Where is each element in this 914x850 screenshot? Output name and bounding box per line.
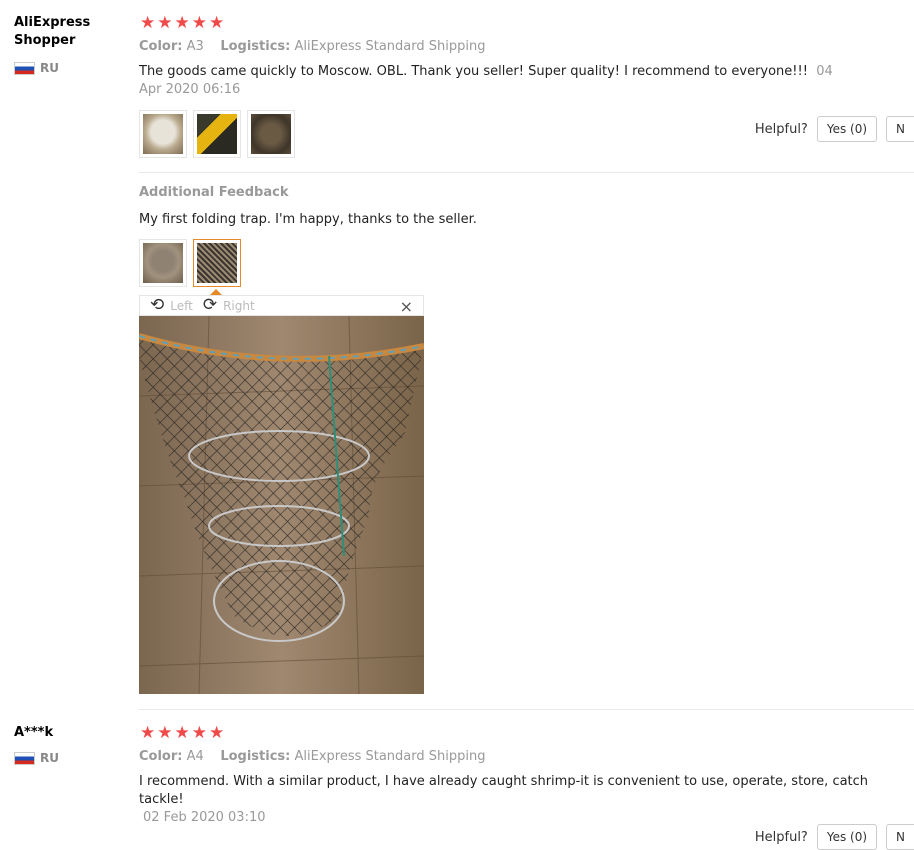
photo-thumbnail[interactable] — [193, 110, 241, 158]
color-value: A3 — [186, 39, 204, 54]
logistics-label: Logistics: — [220, 39, 291, 54]
photo-thumbnail[interactable] — [247, 110, 295, 158]
additional-photos — [139, 239, 241, 287]
country-code: RU — [40, 751, 59, 765]
reviewer-name: AliExpress Shopper — [14, 15, 91, 48]
close-viewer-button[interactable]: × — [400, 297, 413, 316]
star-rating: ★ ★ ★ ★ ★ — [140, 725, 224, 742]
star-icon: ★ — [174, 13, 190, 33]
logistics-value: AliExpress Standard Shipping — [294, 749, 486, 764]
order-attributes: Color: A3 Logistics: AliExpress Standard… — [139, 39, 485, 54]
star-rating: ★ ★ ★ ★ ★ — [140, 15, 224, 32]
color-value: A4 — [186, 749, 204, 764]
rotate-left-icon: ⟲ — [150, 295, 165, 315]
additional-feedback-text: My first folding trap. I'm happy, thanks… — [139, 212, 477, 227]
helpful-vote: Helpful? Yes (0) N — [755, 824, 914, 850]
reviewer-name: A***k — [14, 725, 54, 740]
helpful-label: Helpful? — [754, 829, 808, 845]
review-body: The goods came quickly to Moscow. OBL. T… — [139, 64, 808, 79]
reviewer-country: RU — [14, 61, 59, 75]
star-icon: ★ — [209, 13, 225, 33]
review-text: The goods came quickly to Moscow. OBL. T… — [139, 63, 859, 99]
additional-feedback-title: Additional Feedback — [139, 185, 289, 200]
photo-thumbnail[interactable] — [139, 110, 187, 158]
helpful-yes-button[interactable]: Yes (0) — [816, 116, 878, 142]
helpful-label: Helpful? — [754, 121, 808, 137]
rotate-right-label: Right — [223, 298, 255, 313]
rotate-right-button[interactable]: ⟳ Right — [203, 297, 255, 314]
review-body: I recommend. With a similar product, I h… — [139, 774, 869, 807]
star-icon: ★ — [191, 13, 207, 33]
helpful-yes-button[interactable]: Yes (0) — [816, 824, 878, 850]
reviewer-country: RU — [14, 751, 59, 765]
review-photos — [139, 110, 295, 158]
photo-viewer-toolbar: ⟲ Left ⟳ Right × — [139, 295, 424, 316]
logistics-label: Logistics: — [220, 749, 291, 764]
order-attributes: Color: A4 Logistics: AliExpress Standard… — [139, 749, 485, 764]
star-icon: ★ — [174, 723, 190, 743]
color-label: Color: — [139, 39, 183, 54]
review-text: I recommend. With a similar product, I h… — [139, 773, 899, 827]
star-icon: ★ — [209, 723, 225, 743]
star-icon: ★ — [140, 13, 156, 33]
fishing-trap-photo — [139, 316, 424, 694]
helpful-vote: Helpful? Yes (0) N — [755, 116, 914, 142]
russia-flag-icon — [14, 751, 35, 765]
color-label: Color: — [139, 749, 183, 764]
helpful-no-button[interactable]: N — [886, 824, 914, 850]
enlarged-photo — [139, 316, 424, 694]
photo-thumbnail-selected[interactable] — [193, 239, 241, 287]
photo-thumbnail[interactable] — [139, 239, 187, 287]
russia-flag-icon — [14, 61, 35, 75]
rotate-left-button[interactable]: ⟲ Left — [150, 297, 193, 314]
helpful-no-button[interactable]: N — [886, 116, 914, 142]
rotate-left-label: Left — [170, 298, 193, 313]
divider — [139, 172, 914, 173]
review-separator — [139, 709, 914, 710]
star-icon: ★ — [157, 13, 173, 33]
star-icon: ★ — [191, 723, 207, 743]
star-icon: ★ — [140, 723, 156, 743]
rotate-right-icon: ⟳ — [202, 295, 218, 315]
logistics-value: AliExpress Standard Shipping — [294, 39, 486, 54]
star-icon: ★ — [157, 723, 173, 743]
country-code: RU — [40, 61, 59, 75]
